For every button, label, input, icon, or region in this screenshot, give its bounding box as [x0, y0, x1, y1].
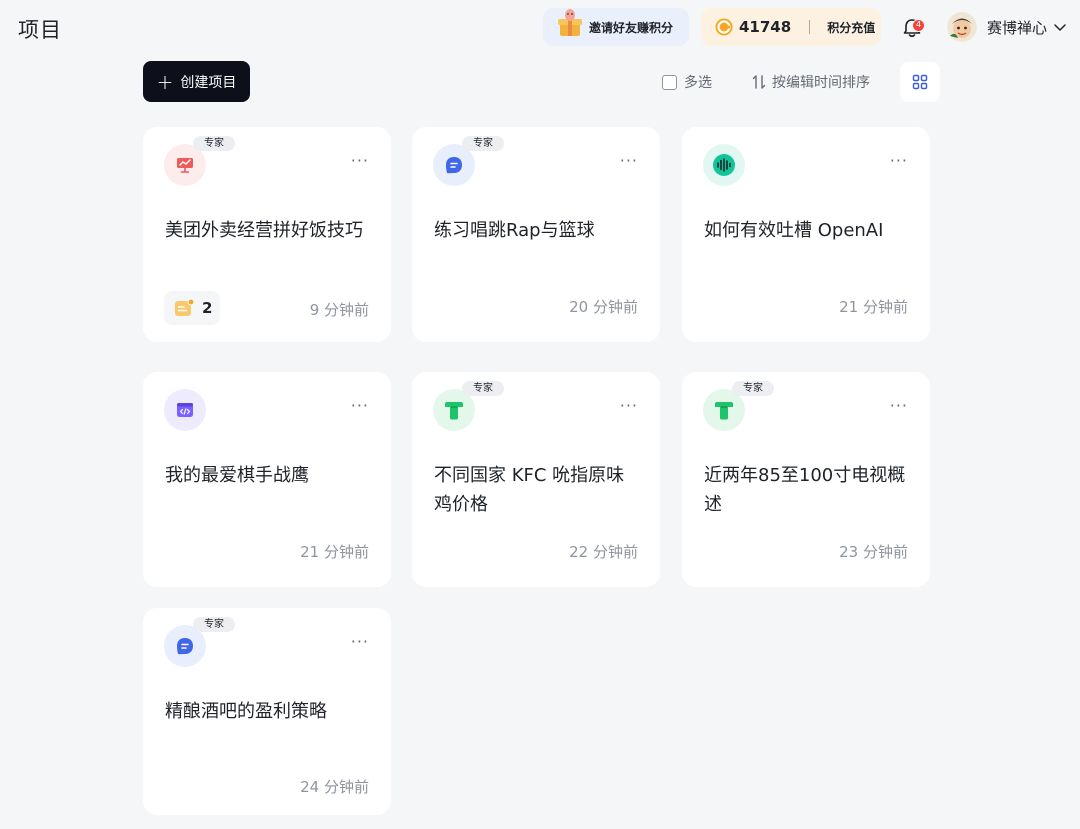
card-time: 21 分钟前 — [839, 298, 908, 316]
points-divider — [809, 20, 811, 34]
more-options-icon[interactable]: ··· — [890, 153, 908, 169]
project-card[interactable]: ··· 如何有效吐槽 OpenAI 21 分钟前 — [682, 127, 930, 342]
card-title: 近两年85至100寸电视概述 — [704, 465, 906, 515]
coin-icon — [715, 18, 733, 36]
checkbox[interactable] — [662, 74, 677, 90]
card-title: 精酿酒吧的盈利策略 — [165, 701, 327, 722]
presentation-icon — [177, 158, 193, 173]
card-title: 美团外卖经营拼好饭技巧 — [165, 220, 363, 241]
multi-select-toggle[interactable]: 多选 — [662, 72, 712, 92]
document-count-chip[interactable]: 2 — [164, 291, 220, 325]
expert-tag: 专家 — [462, 381, 504, 396]
user-name: 赛博禅心 — [987, 18, 1048, 37]
t-shirt-icon — [445, 402, 463, 420]
card-time: 24 分钟前 — [300, 778, 369, 796]
avatar — [947, 12, 977, 42]
grid-icon — [912, 74, 928, 90]
expert-tag: 专家 — [193, 136, 235, 151]
card-time: 20 分钟前 — [569, 298, 638, 316]
chevron-down-icon — [1054, 24, 1066, 31]
create-project-button[interactable]: + 创建项目 — [143, 61, 250, 102]
project-card[interactable]: 专家 ··· 美团外卖经营拼好饭技巧 2 9 分钟前 — [143, 127, 391, 342]
chat-bubble-icon — [446, 157, 462, 174]
sort-icon — [752, 75, 766, 89]
project-card[interactable]: 专家 ··· 近两年85至100寸电视概述 23 分钟前 — [682, 372, 930, 587]
card-title: 不同国家 KFC 吮指原味鸡价格 — [434, 465, 625, 515]
expert-tag: 专家 — [193, 617, 235, 632]
card-time: 23 分钟前 — [839, 543, 908, 561]
card-title: 如何有效吐槽 OpenAI — [704, 220, 884, 241]
invite-friends-button[interactable]: 邀请好友赚积分 — [543, 8, 689, 46]
card-icon — [164, 389, 206, 431]
more-options-icon[interactable]: ··· — [351, 153, 369, 169]
more-options-icon[interactable]: ··· — [351, 398, 369, 414]
project-card[interactable]: 专家 ··· 练习唱跳Rap与篮球 20 分钟前 — [412, 127, 660, 342]
more-options-icon[interactable]: ··· — [351, 634, 369, 650]
card-title: 练习唱跳Rap与篮球 — [434, 220, 595, 241]
create-project-label: 创建项目 — [180, 74, 237, 91]
soundwave-icon — [713, 154, 735, 176]
notification-badge: 4 — [912, 19, 925, 32]
gift-icon — [558, 9, 582, 36]
multi-select-label: 多选 — [684, 75, 712, 91]
page-title: 项目 — [18, 18, 62, 42]
code-window-icon — [177, 403, 193, 417]
expert-tag: 专家 — [462, 136, 504, 151]
card-time: 22 分钟前 — [569, 543, 638, 561]
invite-label: 邀请好友赚积分 — [589, 20, 674, 35]
document-count: 2 — [202, 299, 213, 317]
project-card[interactable]: 专家 ··· 精酿酒吧的盈利策略 24 分钟前 — [143, 608, 391, 815]
t-shirt-icon — [715, 402, 733, 420]
document-icon — [175, 298, 194, 316]
more-options-icon[interactable]: ··· — [620, 398, 638, 414]
expert-tag: 专家 — [732, 381, 774, 396]
chat-bubble-icon — [177, 638, 193, 655]
recharge-button[interactable]: 积分充值 — [827, 19, 875, 36]
points-value: 41748 — [739, 18, 792, 36]
more-options-icon[interactable]: ··· — [890, 398, 908, 414]
user-menu[interactable]: 赛博禅心 — [947, 12, 1067, 42]
project-card[interactable]: 专家 ··· 不同国家 KFC 吮指原味鸡价格 22 分钟前 — [412, 372, 660, 587]
points-panel: 41748 积分充值 — [701, 8, 881, 46]
card-title: 我的最爱棋手战鹰 — [165, 465, 309, 486]
plus-icon: + — [156, 69, 174, 94]
sort-label: 按编辑时间排序 — [772, 75, 870, 91]
sort-button[interactable]: 按编辑时间排序 — [752, 72, 870, 92]
card-icon — [703, 144, 745, 186]
project-card[interactable]: ··· 我的最爱棋手战鹰 21 分钟前 — [143, 372, 391, 587]
card-time: 9 分钟前 — [309, 301, 369, 319]
grid-view-button[interactable] — [900, 62, 940, 102]
card-time: 21 分钟前 — [300, 543, 369, 561]
more-options-icon[interactable]: ··· — [620, 153, 638, 169]
